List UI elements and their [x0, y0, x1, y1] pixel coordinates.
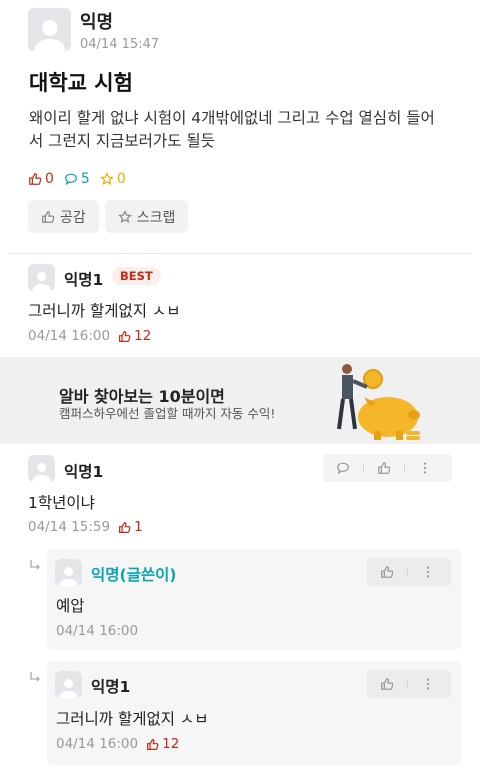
ad-subtitle: 캠퍼스하우에선 졸업할 때까지 자동 수익! — [59, 406, 276, 421]
comment-meta: 04/14 15:59 1 — [28, 519, 143, 535]
best-badge: BEST — [112, 267, 161, 285]
reply-like-button[interactable] — [367, 670, 407, 698]
thumbs-up-icon — [119, 330, 131, 342]
reply-button[interactable] — [323, 454, 363, 482]
like-count: 0 — [28, 171, 54, 187]
reply-meta: 04/14 16:00 12 — [56, 736, 179, 752]
speech-bubble-icon — [337, 462, 349, 475]
thumbs-up-icon — [147, 738, 159, 750]
scrap-button[interactable]: 스크랩 — [104, 200, 189, 233]
speech-bubble-icon — [65, 173, 77, 186]
more-button[interactable] — [405, 454, 445, 482]
reply-text: 예압 — [56, 597, 85, 615]
scrap-count: 0 — [100, 171, 126, 187]
reply-avatar — [55, 671, 82, 698]
ad-banner[interactable]: 알바 찾아보는 10분이면 캠퍼스하우에선 졸업할 때까지 자동 수익! — [0, 357, 480, 444]
reply-like-button[interactable] — [367, 558, 407, 586]
comment-text: 그러니까 할게없지 ㅅㅂ — [28, 302, 181, 320]
reply-vote: 12 — [146, 736, 179, 752]
thumbs-up-icon — [378, 462, 391, 474]
comment-vote: 12 — [118, 328, 151, 344]
reply-more-button[interactable] — [408, 670, 448, 698]
reply-item: 익명(글쓴이) 예압 04/14 16:00 — [47, 549, 461, 650]
piggy-bank-illustration — [337, 364, 420, 440]
comment-vote: 1 — [118, 519, 143, 535]
reply-arrow-icon — [30, 560, 40, 570]
post-actions: 공감 스크랩 — [28, 200, 189, 233]
more-vertical-icon — [423, 462, 427, 474]
comment-like-button[interactable] — [364, 454, 404, 482]
reply-toolbar — [367, 558, 451, 586]
reply-time: 04/14 16:00 — [56, 736, 139, 752]
thumbs-up-icon — [29, 173, 42, 185]
comment-author: 익명1 — [64, 463, 104, 481]
star-icon — [100, 172, 114, 186]
reply-arrow-icon — [30, 672, 40, 682]
scrap-button-label: 스크랩 — [136, 209, 176, 226]
reply-text: 그러니까 할게없지 ㅅㅂ — [56, 710, 209, 728]
like-button-label: 공감 — [60, 209, 86, 226]
more-vertical-icon — [426, 566, 430, 578]
reply-meta: 04/14 16:00 — [56, 623, 138, 639]
post-author-avatar — [28, 8, 71, 51]
reply-author: 익명(글쓴이) — [91, 566, 177, 584]
comment-meta: 04/14 16:00 12 — [28, 328, 151, 344]
comment-avatar — [28, 264, 55, 291]
like-count-value: 0 — [45, 171, 54, 187]
comment-author: 익명1 — [64, 271, 104, 289]
thumbs-up-icon — [381, 678, 394, 690]
comment-count-value: 5 — [80, 171, 90, 187]
reply-vote-count: 12 — [162, 736, 180, 752]
scrap-count-value: 0 — [116, 171, 126, 187]
reply-item: 익명1 그러니까 할게없지 ㅅㅂ 04/14 16:00 12 — [47, 661, 461, 765]
comment-time: 04/14 15:59 — [28, 519, 111, 535]
comment-count: 5 — [64, 171, 90, 187]
more-vertical-icon — [426, 678, 430, 690]
thumbs-up-icon — [119, 521, 131, 533]
reply-toolbar — [367, 670, 451, 698]
post-time: 04/14 15:47 — [80, 37, 160, 52]
comment-vote-count: 1 — [134, 519, 143, 535]
reply-time: 04/14 16:00 — [56, 623, 139, 639]
post-counts: 0 5 0 — [28, 171, 126, 187]
post-title: 대학교 시험 — [29, 71, 133, 95]
like-button[interactable]: 공감 — [28, 200, 99, 233]
comment-time: 04/14 16:00 — [28, 328, 111, 344]
comment-vote-count: 12 — [134, 328, 152, 344]
reply-more-button[interactable] — [408, 558, 448, 586]
post-body: 왜이리 할게 없냐 시험이 4개밖에없네 그리고 수업 열심히 들어서 그런지 … — [29, 109, 435, 150]
reply-author: 익명1 — [91, 678, 131, 696]
comment-avatar — [28, 455, 55, 482]
comment-text: 1학년이냐 — [28, 494, 95, 512]
comment-toolbar — [323, 454, 452, 482]
reply-avatar — [55, 559, 82, 586]
thumbs-up-icon — [381, 566, 394, 578]
post-author: 익명 — [80, 12, 114, 33]
star-icon — [117, 209, 132, 223]
divider — [9, 253, 470, 254]
thumbs-up-icon — [42, 210, 55, 223]
